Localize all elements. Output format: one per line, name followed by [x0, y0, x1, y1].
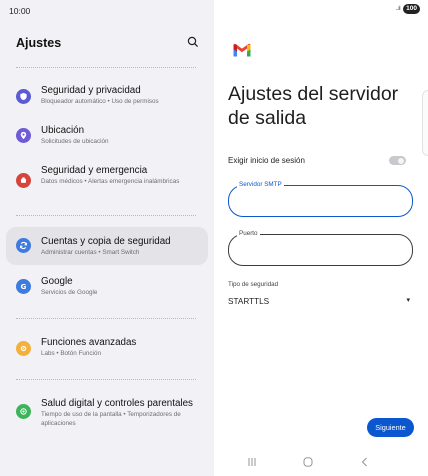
settings-item-subtitle: Solicitudes de ubicación: [41, 138, 109, 145]
home-button[interactable]: [300, 455, 316, 469]
digital-wellbeing-icon: [16, 404, 31, 419]
settings-item-title: Salud digital y controles parentales: [41, 398, 193, 409]
system-nav-bar: [214, 451, 428, 473]
settings-item-title: Google: [41, 276, 73, 287]
settings-item-location[interactable]: Ubicación Solicitudes de ubicación: [6, 120, 208, 152]
divider: [16, 67, 196, 68]
settings-item-title: Ubicación: [41, 125, 85, 136]
security-type-label: Tipo de seguridad: [228, 281, 279, 288]
next-button[interactable]: Siguiente: [367, 418, 414, 437]
settings-item-title: Funciones avanzadas: [41, 337, 137, 348]
gmail-pane: ..ıl 100 Ajustes del servidor de salida …: [214, 0, 428, 476]
toggle-knob: [398, 157, 404, 164]
security-type-select[interactable]: STARTTLS ▾: [228, 296, 410, 310]
divider: [16, 318, 196, 319]
settings-item-subtitle: Labs • Botón Función: [41, 350, 101, 357]
home-icon: [303, 457, 313, 467]
gmail-logo-icon: [232, 43, 252, 63]
settings-title: Ajustes: [16, 36, 62, 50]
settings-item-digital-wellbeing[interactable]: Salud digital y controles parentales Tie…: [6, 393, 208, 435]
search-button[interactable]: [184, 33, 202, 51]
settings-item-title: Cuentas y copia de seguridad: [41, 236, 171, 247]
divider: [16, 379, 196, 380]
settings-item-subtitle: Administrar cuentas • Smart Switch: [41, 249, 140, 256]
back-button[interactable]: [357, 455, 373, 469]
location-pin-icon: [16, 128, 31, 143]
smtp-server-label: Servidor SMTP: [237, 181, 284, 189]
settings-item-advanced-features[interactable]: Funciones avanzadas Labs • Botón Función: [6, 332, 208, 366]
port-input[interactable]: [239, 243, 399, 257]
smtp-server-field[interactable]: Servidor SMTP: [228, 181, 413, 217]
port-label: Puerto: [237, 230, 260, 238]
settings-item-subtitle: Bloqueador automático • Uso de permisos: [41, 98, 159, 105]
require-signin-label: Exigir inicio de sesión: [228, 156, 305, 165]
search-icon: [187, 36, 198, 47]
divider: [16, 215, 196, 216]
security-type-value: STARTTLS: [228, 297, 270, 306]
settings-item-title: Seguridad y privacidad: [41, 85, 141, 96]
dropdown-caret-icon: ▾: [406, 297, 410, 304]
battery-icon: 100: [403, 4, 420, 14]
settings-item-subtitle: Tiempo de uso de la pantalla • Temporiza…: [41, 411, 181, 427]
settings-item-subtitle: Servicios de Google: [41, 289, 98, 296]
back-icon: [361, 457, 367, 467]
signal-icon: ..ıl: [395, 6, 401, 12]
sync-icon: [16, 238, 31, 253]
google-icon: G: [16, 279, 31, 294]
scroll-handle[interactable]: [422, 90, 428, 156]
recent-apps-icon: [248, 458, 256, 466]
svg-text:G: G: [21, 282, 27, 291]
shield-icon: [16, 89, 31, 104]
settings-item-subtitle: Datos médicos • Alertas emergencia inalá…: [41, 178, 180, 185]
settings-item-title: Seguridad y emergencia: [41, 165, 148, 176]
emergency-icon: [16, 173, 31, 188]
settings-item-google[interactable]: G Google Servicios de Google: [6, 271, 208, 305]
advanced-features-icon: [16, 341, 31, 356]
settings-pane: 10:00 Ajustes Seguridad y privacidad Blo…: [0, 0, 214, 476]
settings-item-security-privacy[interactable]: Seguridad y privacidad Bloqueador automá…: [6, 80, 208, 114]
port-field[interactable]: Puerto: [228, 230, 413, 266]
smtp-server-input[interactable]: [239, 194, 399, 208]
page-title: Ajustes del servidor de salida: [228, 83, 399, 129]
status-indicators: ..ıl 100: [396, 4, 420, 14]
settings-item-accounts-backup[interactable]: Cuentas y copia de seguridad Administrar…: [6, 227, 208, 265]
require-signin-toggle[interactable]: [389, 156, 406, 165]
settings-item-safety-emergency[interactable]: Seguridad y emergencia Datos médicos • A…: [6, 160, 208, 206]
recent-apps-button[interactable]: [244, 455, 260, 469]
status-time: 10:00: [9, 6, 31, 16]
